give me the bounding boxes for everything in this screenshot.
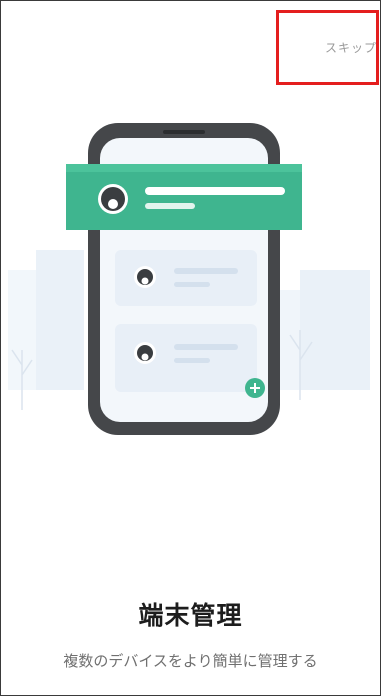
device-management-illustration [8, 123, 370, 435]
add-device-icon [245, 378, 265, 398]
page-subtitle: 複数のデバイスをより簡単に管理する [63, 652, 318, 670]
skip-button[interactable]: スキップ [325, 39, 377, 56]
device-list-item-1 [115, 250, 257, 306]
device-list-item-2 [115, 324, 257, 392]
onboarding-screen: スキップ 端末管理 複数のデバイスをより簡単に管理する [0, 0, 381, 696]
page-title: 端末管理 [138, 601, 243, 630]
green-device-card [66, 164, 302, 230]
